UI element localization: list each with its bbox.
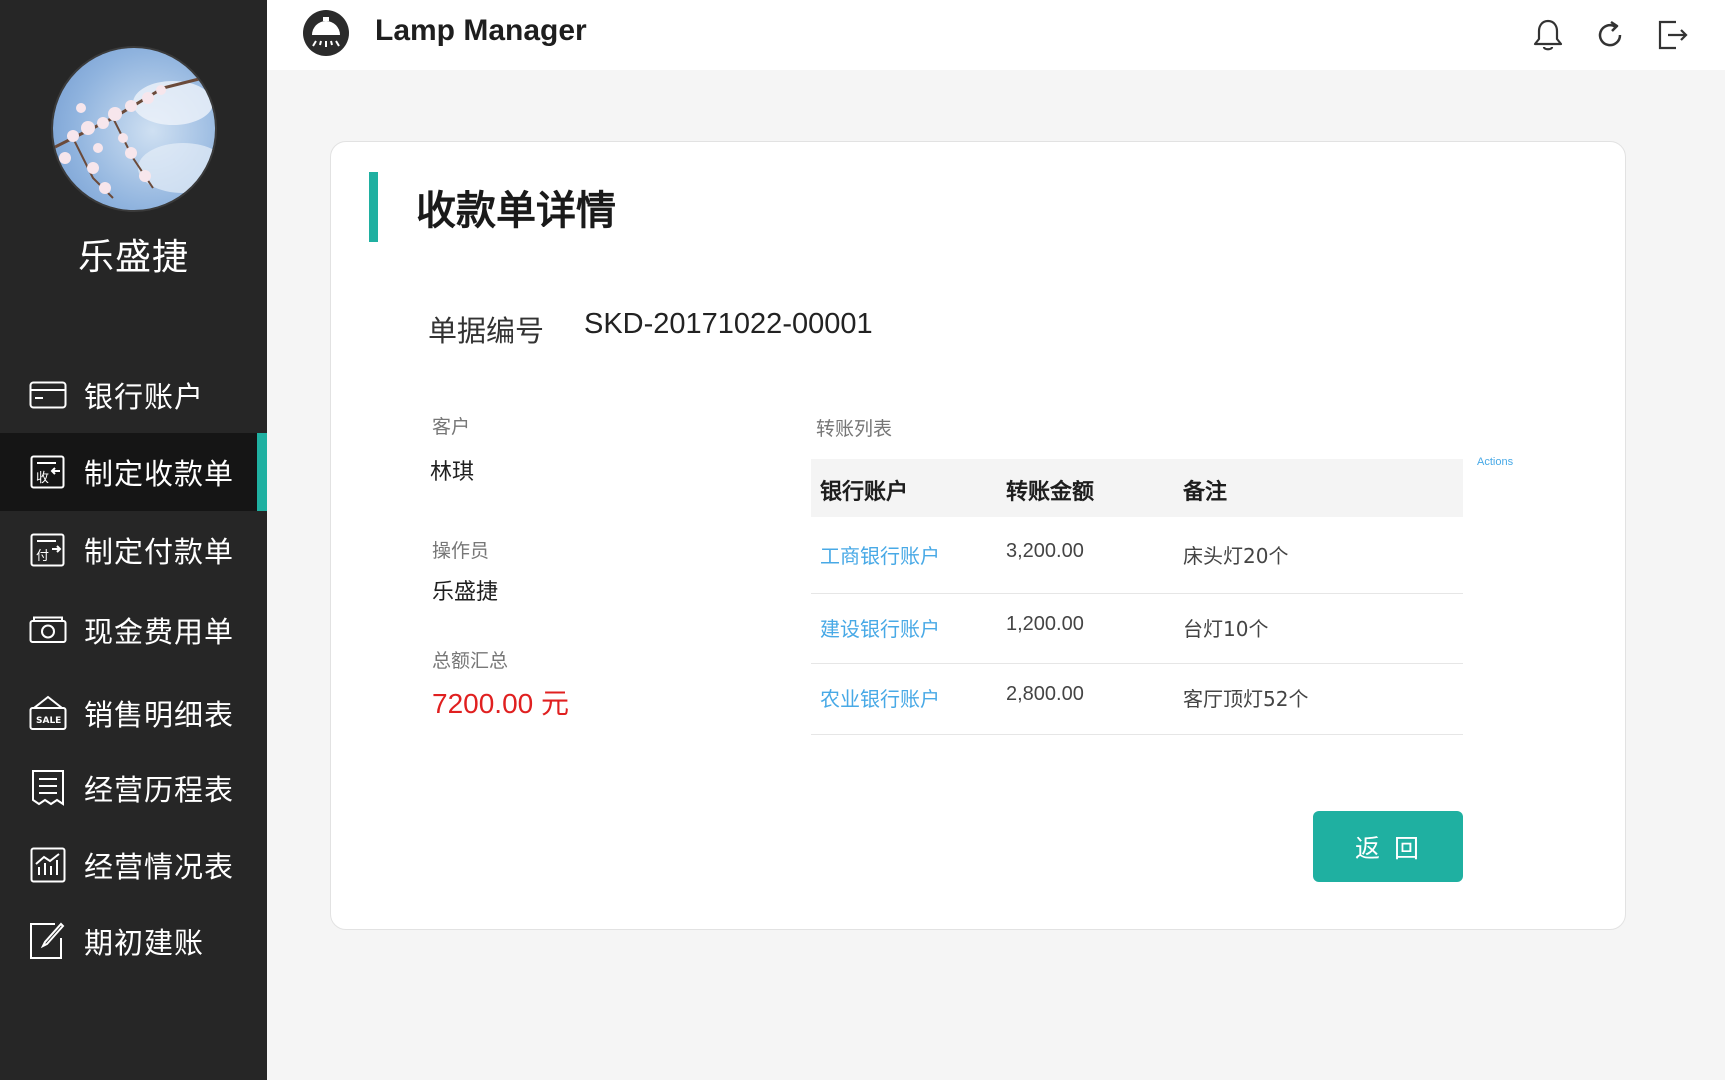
sidebar: 乐盛捷 银行账户 收 制定收款单 付 制定付款单 现金费用单 SALE 销售明细… [0, 0, 267, 1080]
refresh-icon[interactable] [1593, 18, 1627, 52]
receipt-icon: 收 [28, 454, 68, 490]
transfer-list-label: 转账列表 [816, 418, 893, 440]
total-label: 总额汇总 [432, 650, 509, 672]
sidebar-item-label: 销售明细表 [84, 698, 235, 732]
account-link[interactable]: 农业银行账户 [820, 683, 940, 712]
sidebar-item-bank-account[interactable]: 银行账户 [0, 356, 267, 434]
payment-icon: 付 [28, 532, 68, 568]
account-link[interactable]: 建设银行账户 [820, 613, 940, 642]
sidebar-item-label: 现金费用单 [84, 615, 235, 649]
bell-icon[interactable] [1531, 18, 1565, 52]
svg-text:收: 收 [36, 471, 49, 486]
receipt-detail-card: 收款单详情 单据编号 SKD-20171022-00001 客户 林琪 操作员 … [330, 141, 1626, 930]
actions-link[interactable]: Actions [1477, 456, 1513, 468]
avatar[interactable] [51, 46, 217, 212]
sidebar-item-business[interactable]: 经营情况表 [0, 826, 267, 904]
customer-value: 林琪 [430, 460, 475, 485]
note-cell: 床头灯20个 [1183, 544, 1289, 568]
amount-cell: 1,200.00 [1006, 613, 1084, 635]
sidebar-item-label: 经营情况表 [84, 850, 235, 884]
account-link[interactable]: 工商银行账户 [820, 540, 940, 569]
table-header: 银行账户 转账金额 备注 [811, 459, 1463, 517]
sale-icon: SALE [28, 695, 68, 731]
table-row: 工商银行账户 3,200.00 床头灯20个 [811, 517, 1463, 594]
doc-number-label: 单据编号 [428, 314, 545, 348]
sidebar-item-sales[interactable]: SALE 销售明细表 [0, 674, 267, 752]
note-cell: 客厅顶灯52个 [1183, 687, 1309, 711]
operator-label: 操作员 [432, 540, 490, 562]
topbar: Lamp Manager [267, 0, 1725, 70]
cash-icon [28, 612, 68, 648]
sidebar-item-label: 期初建账 [84, 926, 205, 960]
sidebar-item-cash[interactable]: 现金费用单 [0, 591, 267, 669]
sidebar-item-label: 银行账户 [84, 380, 205, 414]
sidebar-item-initial[interactable]: 期初建账 [0, 902, 267, 980]
chart-icon [28, 847, 68, 883]
column-header-amount: 转账金额 [1006, 480, 1095, 505]
amount-cell: 3,200.00 [1006, 540, 1084, 562]
svg-text:付: 付 [36, 549, 49, 564]
column-header-note: 备注 [1183, 480, 1228, 505]
note-cell: 台灯10个 [1183, 617, 1269, 641]
doc-number-value: SKD-20171022-00001 [584, 308, 873, 340]
bank-card-icon [28, 377, 68, 413]
table-row: 建设银行账户 1,200.00 台灯10个 [811, 594, 1463, 664]
sidebar-item-history[interactable]: 经营历程表 [0, 749, 267, 827]
page-title: 收款单详情 [416, 188, 616, 234]
logout-icon[interactable] [1656, 18, 1690, 52]
column-header-account: 银行账户 [820, 480, 909, 505]
sidebar-item-label: 制定付款单 [84, 535, 235, 569]
sidebar-item-payment[interactable]: 付 制定付款单 [0, 511, 267, 589]
back-button[interactable]: 返回 [1313, 811, 1463, 882]
total-value: 7200.00 元 [432, 688, 569, 719]
operator-value: 乐盛捷 [432, 580, 499, 605]
amount-cell: 2,800.00 [1006, 683, 1084, 705]
lamp-logo-icon[interactable] [302, 9, 350, 57]
sidebar-item-receipt[interactable]: 收 制定收款单 [0, 433, 267, 511]
sidebar-item-label: 经营历程表 [84, 773, 235, 807]
history-icon [28, 770, 68, 806]
customer-label: 客户 [432, 416, 471, 438]
title-accent-bar [369, 172, 378, 242]
edit-icon [28, 922, 68, 959]
sidebar-item-label: 制定收款单 [84, 457, 235, 491]
username: 乐盛捷 [77, 237, 189, 278]
app-title: Lamp Manager [375, 14, 587, 47]
table-row: 农业银行账户 2,800.00 客厅顶灯52个 [811, 664, 1463, 735]
svg-text:SALE: SALE [36, 716, 61, 726]
